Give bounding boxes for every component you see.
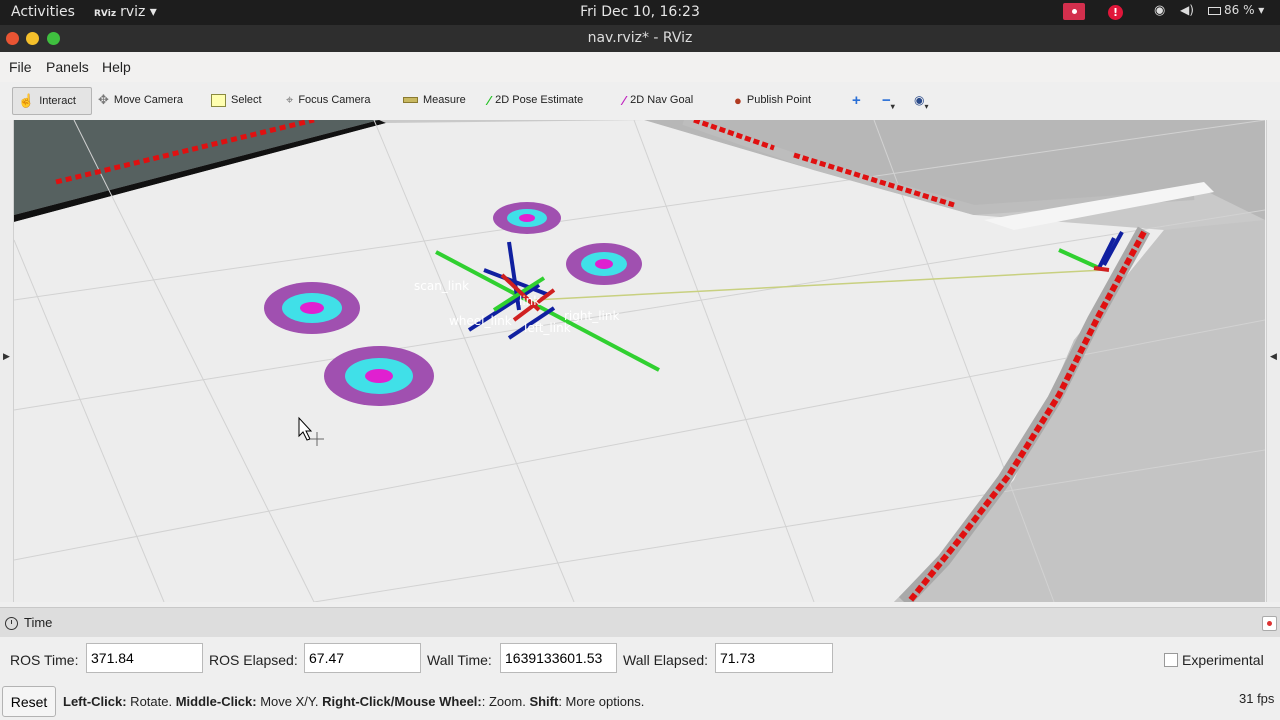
- menu-bar: File Panels Help: [0, 52, 1280, 82]
- eye-tool-icon: ◉: [914, 93, 925, 107]
- tool-select-label: Select: [231, 94, 262, 106]
- tool-interact-label: Interact: [39, 95, 76, 107]
- ros-elapsed-field[interactable]: [304, 643, 421, 673]
- minimize-window-button[interactable]: [26, 32, 39, 45]
- left-dock-handle[interactable]: ▶: [0, 120, 14, 602]
- time-panel-title: Time: [24, 615, 53, 630]
- close-window-button[interactable]: [6, 32, 19, 45]
- alert-icon[interactable]: !: [1108, 5, 1123, 20]
- status-bar: Reset Left-Click: Rotate. Middle-Click: …: [0, 683, 1280, 720]
- tf-label-scan-link: scan_link: [414, 279, 469, 293]
- tool-move-camera-label: Move Camera: [113, 94, 183, 106]
- publish-point-icon: ●: [734, 92, 742, 108]
- hint-left-click-text: Rotate.: [126, 694, 176, 709]
- maximize-window-button[interactable]: [47, 32, 60, 45]
- tool-move-camera[interactable]: ✥ Move Camera: [98, 87, 183, 113]
- menu-panels[interactable]: Panels: [46, 59, 89, 75]
- volume-icon[interactable]: ◀): [1180, 3, 1194, 22]
- move-camera-icon: ✥: [98, 92, 109, 107]
- rviz-app-icon: RViz: [94, 9, 117, 19]
- app-menu[interactable]: RViz rviz ▾: [94, 4, 157, 20]
- eye-icon[interactable]: ◉: [1154, 3, 1165, 22]
- wall-elapsed-field[interactable]: [715, 643, 833, 673]
- tool-interact[interactable]: ☝ Interact: [12, 87, 92, 115]
- ros-time-label: ROS Time:: [10, 652, 79, 668]
- screen-record-icon[interactable]: [1063, 3, 1085, 20]
- tf-label-wheel-link: wheel_link: [449, 314, 512, 328]
- window-titlebar: nav.rviz* - RViz: [0, 25, 1280, 52]
- mouse-hint-text: Left-Click: Rotate. Middle-Click: Move X…: [63, 694, 644, 709]
- fps-counter: 31 fps: [1239, 691, 1275, 706]
- hint-middle-click-key: Middle-Click:: [175, 694, 257, 709]
- tool-publish-point[interactable]: ● Publish Point: [734, 87, 811, 113]
- tf-label-link: link: [519, 294, 540, 308]
- menu-file[interactable]: File: [9, 59, 32, 75]
- ros-elapsed-label: ROS Elapsed:: [209, 652, 298, 668]
- time-panel: ROS Time: ROS Elapsed: Wall Time: Wall E…: [0, 637, 1280, 683]
- nav-goal-icon: ⁄: [623, 92, 626, 108]
- battery-indicator[interactable]: 86 % ▾: [1208, 3, 1264, 22]
- plus-icon: +: [852, 91, 861, 109]
- battery-icon: [1208, 6, 1221, 15]
- expand-right-icon: ◀: [1270, 352, 1277, 362]
- menu-help[interactable]: Help: [102, 59, 131, 75]
- hint-shift-key: Shift: [529, 694, 559, 709]
- costmap-obstacle-4: [566, 243, 642, 285]
- tool-bar: ☝ Interact ✥ Move Camera Select ⌖ Focus Cam…: [0, 82, 1280, 119]
- app-menu-label: rviz ▾: [120, 4, 157, 20]
- costmap-obstacle-2: [324, 346, 434, 406]
- costmap-obstacle-3: [493, 202, 561, 234]
- tool-focus-camera-label: Focus Camera: [298, 94, 371, 106]
- ros-time-field[interactable]: [86, 643, 203, 673]
- tool-focus-camera[interactable]: ⌖ Focus Camera: [286, 87, 370, 113]
- experimental-checkbox[interactable]: [1164, 653, 1178, 667]
- tool-2d-nav-goal[interactable]: ⁄ 2D Nav Goal: [623, 87, 693, 113]
- tool-nav-goal-label: 2D Nav Goal: [630, 94, 694, 106]
- 3d-render-view[interactable]: right_link link wheel_link left_link sca…: [14, 120, 1265, 602]
- 3d-scene: right_link link wheel_link left_link sca…: [14, 120, 1265, 602]
- tool-properties-button[interactable]: ◉ ▾: [914, 87, 929, 113]
- time-panel-header: Time: [0, 607, 1280, 638]
- hint-right-click-key: Right-Click/Mouse Wheel:: [322, 694, 482, 709]
- measure-icon: [403, 97, 418, 103]
- select-icon: [211, 93, 226, 107]
- remove-tool-button[interactable]: − ▾: [882, 87, 895, 113]
- tool-measure[interactable]: Measure: [403, 87, 466, 113]
- clock[interactable]: Fri Dec 10, 16:23: [580, 4, 700, 20]
- tf-label-right-link: right_link: [564, 309, 619, 323]
- wall-elapsed-label: Wall Elapsed:: [623, 652, 709, 668]
- expand-left-icon: ▶: [3, 352, 10, 362]
- focus-camera-icon: ⌖: [286, 92, 294, 107]
- hint-right-click-text: : Zoom.: [481, 694, 530, 709]
- clock-icon: [5, 617, 18, 630]
- tool-pose-estimate-label: 2D Pose Estimate: [495, 94, 584, 106]
- close-panel-button[interactable]: [1262, 616, 1277, 631]
- battery-percent: 86 % ▾: [1224, 3, 1265, 17]
- hand-icon: ☝: [18, 93, 35, 108]
- tool-select[interactable]: Select: [211, 87, 262, 113]
- add-tool-button[interactable]: +: [852, 87, 861, 113]
- tool-publish-point-label: Publish Point: [746, 94, 812, 106]
- pose-estimate-icon: ⁄: [488, 92, 491, 108]
- minus-icon: −: [882, 91, 891, 109]
- tf-label-left-link: left_link: [524, 321, 571, 335]
- gnome-top-bar: Activities RViz rviz ▾ Fri Dec 10, 16:23 …: [0, 0, 1280, 25]
- right-dock-handle[interactable]: ◀: [1266, 120, 1280, 602]
- tool-2d-pose-estimate[interactable]: ⁄ 2D Pose Estimate: [488, 87, 583, 113]
- wall-time-label: Wall Time:: [427, 652, 492, 668]
- hint-left-click-key: Left-Click:: [63, 694, 127, 709]
- tool-measure-label: Measure: [423, 94, 466, 106]
- experimental-label: Experimental: [1182, 652, 1264, 668]
- hint-shift-text: : More options.: [558, 694, 645, 709]
- reset-button[interactable]: Reset: [2, 686, 56, 717]
- wall-time-field[interactable]: [500, 643, 617, 673]
- costmap-obstacle-1: [264, 282, 360, 334]
- hint-middle-click-text: Move X/Y.: [256, 694, 323, 709]
- activities-button[interactable]: Activities: [11, 4, 75, 20]
- window-title: nav.rviz* - RViz: [587, 30, 693, 46]
